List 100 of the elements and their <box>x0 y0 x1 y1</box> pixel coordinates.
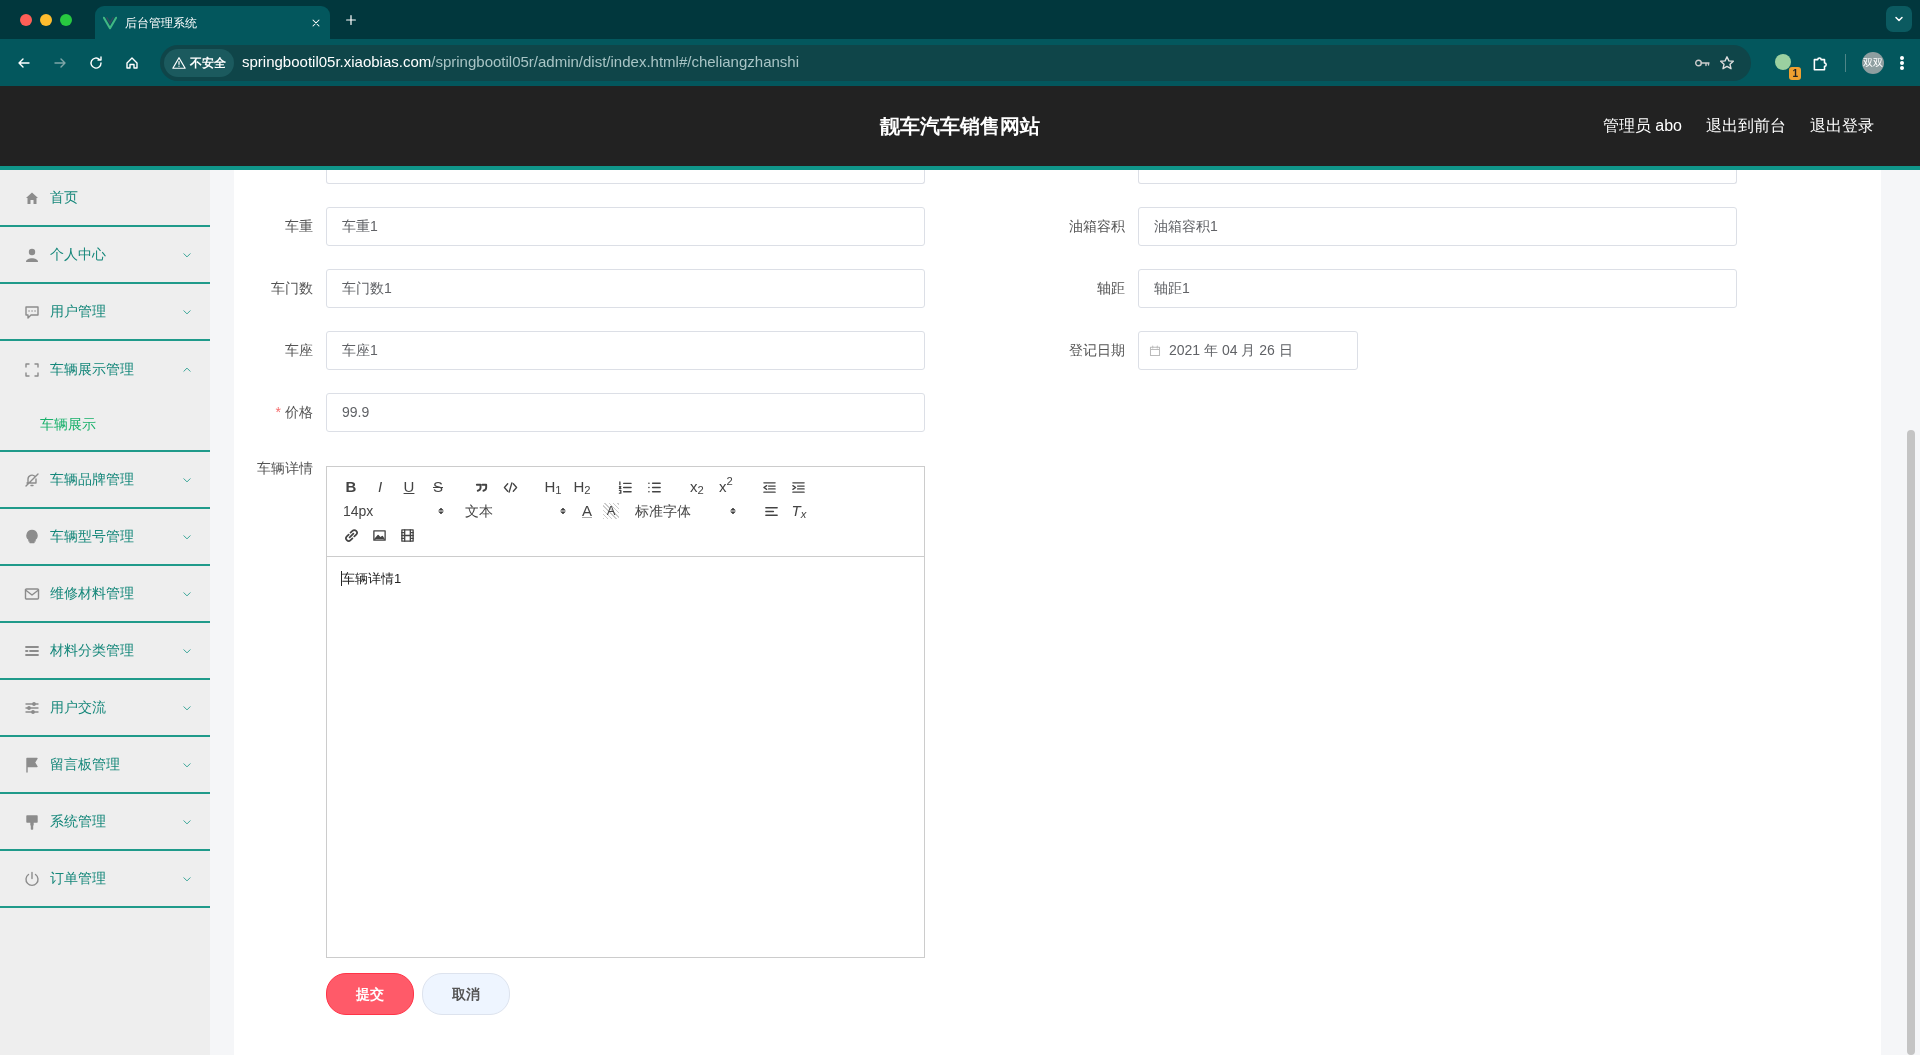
field-label: 车门数 <box>270 279 314 298</box>
sidebar-item-label: 系统管理 <box>50 812 107 831</box>
code-icon <box>502 479 518 495</box>
select-dropdown[interactable]: 文本 <box>461 500 571 522</box>
v-logo-icon <box>103 15 117 30</box>
input-field[interactable]: 油箱容积1 <box>1138 207 1737 246</box>
format-button[interactable]: I <box>368 476 392 498</box>
field-label: 车重 <box>284 217 314 236</box>
sidebar-item[interactable]: 个人中心 <box>0 227 210 284</box>
sidebar-item-label: 个人中心 <box>50 245 107 264</box>
sidebar-item-label: 车辆品牌管理 <box>50 470 135 489</box>
address-bar[interactable]: 不安全 springbootil05r.xiaobias.com/springbootil05r/admin/dist/index.html#/cheliangzhanshi <box>160 44 1751 81</box>
header-link[interactable]: 退出登录 <box>1810 114 1874 138</box>
input-field[interactable]: 轴距1 <box>1138 269 1737 308</box>
sidebar-item-label: 材料分类管理 <box>50 641 135 660</box>
format-button[interactable]: A <box>603 503 619 519</box>
sidebar-item-label: 首页 <box>50 188 79 207</box>
sidebar-item[interactable]: 车辆型号管理 <box>0 509 210 566</box>
url-text: springbootil05r.xiaobias.com/springbootil05r/admin/dist/index.html#/cheliangzhanshi <box>242 52 800 73</box>
star-icon[interactable] <box>1719 54 1735 71</box>
new-tab-icon[interactable] <box>344 13 358 27</box>
sidebar-item[interactable]: 车辆品牌管理 <box>0 452 210 509</box>
sort-arrows-icon <box>437 505 445 517</box>
select-value: 标准字体 <box>635 501 691 521</box>
scrollbar-thumb[interactable] <box>1907 430 1915 1055</box>
sort-arrows-icon <box>559 505 567 517</box>
reload-icon[interactable] <box>88 54 104 71</box>
brush-icon <box>24 813 40 830</box>
cancel-button[interactable]: 取消 <box>422 973 510 1015</box>
sidebar-item-label: 用户管理 <box>50 302 107 321</box>
select-dropdown[interactable]: 14px <box>339 500 449 522</box>
sidebar-item[interactable]: 用户交流 <box>0 680 210 737</box>
format-button[interactable]: H$_{2}$ <box>570 476 594 498</box>
image-icon <box>371 527 387 543</box>
ordered-list-icon <box>617 479 633 495</box>
bell-off-icon <box>24 471 40 488</box>
header-link[interactable]: 退出到前台 <box>1706 114 1786 138</box>
extension-icon[interactable] <box>1775 53 1791 70</box>
input-field[interactable]: 车门数1 <box>326 269 925 308</box>
input-field[interactable] <box>1138 170 1737 184</box>
input-field[interactable]: 99.9 <box>326 393 925 432</box>
format-button[interactable]: H$_{1}$ <box>541 476 565 498</box>
security-chip[interactable]: 不安全 <box>164 48 234 77</box>
input-field[interactable]: 车重1 <box>326 207 925 246</box>
chat-icon <box>24 303 40 320</box>
format-button[interactable]: x$^{2}$ <box>714 476 738 498</box>
input-field[interactable]: 车座1 <box>326 331 925 370</box>
more-icon[interactable] <box>1900 54 1904 71</box>
flag-icon <box>24 756 40 773</box>
outdent-icon <box>761 479 777 495</box>
security-label: 不安全 <box>190 54 226 72</box>
select-dropdown[interactable]: 标准字体 <box>631 500 741 522</box>
warning-icon <box>172 55 186 70</box>
format-button[interactable]: S <box>426 476 450 498</box>
field-label: 价格 <box>285 404 313 420</box>
frame-corners-icon <box>24 361 40 378</box>
required-mark: * <box>275 404 281 420</box>
calendar-icon <box>1149 344 1161 357</box>
sort-arrows-icon <box>729 505 737 517</box>
format-button[interactable]: x$_{2}$ <box>685 476 709 498</box>
format-button[interactable]: B <box>339 476 363 498</box>
video-icon <box>399 527 415 543</box>
maximize-window-icon[interactable] <box>60 14 72 26</box>
field-label: 车座 <box>284 341 314 360</box>
sidebar-item[interactable]: 维修材料管理 <box>0 566 210 623</box>
user-icon <box>24 246 40 263</box>
sidebar-item-label: 用户交流 <box>50 698 107 717</box>
field-label: 登记日期 <box>1068 341 1126 360</box>
admin-user-label: 管理员 abo <box>1602 116 1682 136</box>
sliders-icon <box>24 699 40 716</box>
sidebar-item[interactable]: 系统管理 <box>0 794 210 851</box>
site-title: 靓车汽车销售网站 <box>880 114 1040 139</box>
editor-text: 车辆详情1 <box>341 571 402 586</box>
tab-list-button[interactable] <box>1886 6 1912 32</box>
close-window-icon[interactable] <box>20 14 32 26</box>
select-value: 文本 <box>465 501 493 521</box>
power-icon <box>24 870 40 887</box>
format-button[interactable]: A <box>575 500 599 522</box>
sidebar-item[interactable]: 留言板管理 <box>0 737 210 794</box>
notification-badge: 1 <box>1789 66 1801 80</box>
field-label: 油箱容积 <box>1068 217 1126 236</box>
browser-tab[interactable]: 后台管理系统 <box>95 6 330 39</box>
editor-content[interactable]: 车辆详情1 <box>327 557 924 957</box>
sidebar-item[interactable]: 用户管理 <box>0 284 210 341</box>
sidebar-item-label: 订单管理 <box>50 869 107 888</box>
sidebar-item[interactable]: 材料分类管理 <box>0 623 210 680</box>
date-value: 2021 年 04 月 26 日 <box>1169 341 1293 360</box>
tab-title: 后台管理系统 <box>125 14 198 32</box>
date-field[interactable]: 2021 年 04 月 26 日 <box>1138 331 1358 370</box>
bulb-icon <box>24 528 40 545</box>
link-icon <box>343 527 359 543</box>
field-label: 车辆详情 <box>256 459 314 478</box>
format-button[interactable]: T$_{x}$ <box>787 500 811 522</box>
sidebar-item[interactable]: 订单管理 <box>0 851 210 908</box>
sidebar-item[interactable]: 车辆展示管理 <box>0 341 210 398</box>
input-field[interactable] <box>326 170 925 184</box>
format-button[interactable]: U <box>397 476 421 498</box>
minimize-window-icon[interactable] <box>40 14 52 26</box>
sidebar-item-label: 留言板管理 <box>50 755 121 774</box>
sidebar-item[interactable]: 首页 <box>0 170 210 227</box>
